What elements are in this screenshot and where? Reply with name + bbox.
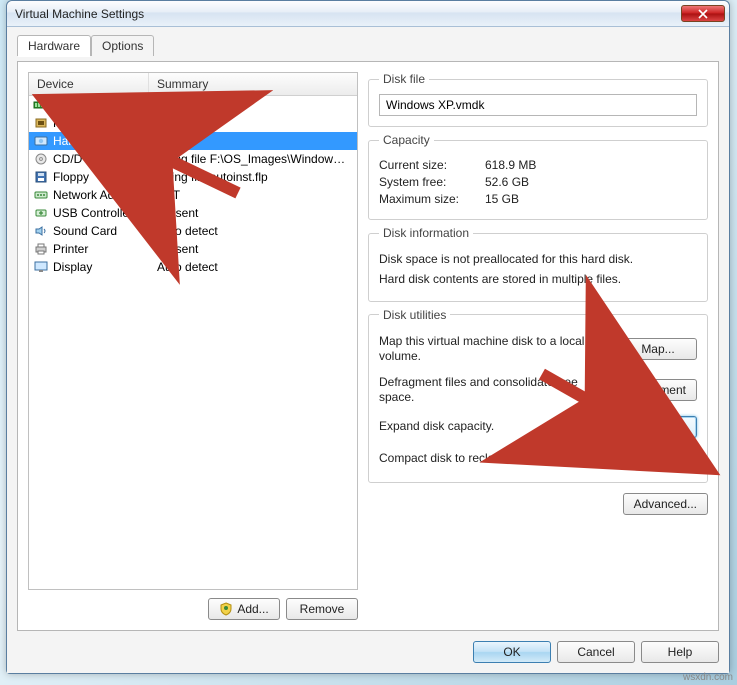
close-icon <box>698 9 708 19</box>
client-area: Hardware Options Device Summary Memory 5… <box>7 27 729 673</box>
remove-button-label: Remove <box>300 602 345 616</box>
disk-file-input[interactable] <box>379 94 697 116</box>
defragment-desc: Defragment files and consolidate free sp… <box>379 375 604 406</box>
device-summary: Present <box>149 242 357 256</box>
current-size-value: 618.9 MB <box>485 158 697 172</box>
disk-utilities-group: Disk utilities Map this virtual machine … <box>368 308 708 483</box>
device-row-hard-disk[interactable]: Hard Disk (SCSI) 15 GB <box>29 132 357 150</box>
device-label: Floppy <box>53 170 89 184</box>
remove-device-button[interactable]: Remove <box>286 598 358 620</box>
hard-disk-icon <box>33 134 49 148</box>
floppy-icon <box>33 170 49 184</box>
disk-info-line1: Disk space is not preallocated for this … <box>379 251 697 268</box>
compact-button[interactable]: Compact <box>619 448 697 470</box>
device-row-memory[interactable]: Memory 512 MB <box>29 96 357 114</box>
shield-add-icon <box>219 602 233 616</box>
printer-icon <box>33 242 49 256</box>
watermark: wsxdn.com <box>683 672 733 683</box>
device-label: USB Controller <box>53 206 133 220</box>
hardware-panel: Device Summary Memory 512 MB Processors … <box>17 61 719 631</box>
disk-info-group: Disk information Disk space is not preal… <box>368 226 708 302</box>
settings-window: Virtual Machine Settings Hardware Option… <box>6 0 730 674</box>
disk-info-legend: Disk information <box>379 226 473 240</box>
advanced-button[interactable]: Advanced... <box>623 493 708 515</box>
device-label: Printer <box>53 242 88 256</box>
network-icon <box>33 188 49 202</box>
device-buttons-row: Add... Remove <box>28 598 358 620</box>
memory-icon <box>33 98 49 112</box>
cancel-button[interactable]: Cancel <box>557 641 635 663</box>
device-summary: Present <box>149 206 357 220</box>
expand-button[interactable]: Expand... <box>619 416 697 438</box>
dialog-footer: OK Cancel Help <box>17 637 719 663</box>
maximum-size-label: Maximum size: <box>379 192 479 206</box>
device-summary: Auto detect <box>149 224 357 238</box>
disk-utilities-legend: Disk utilities <box>379 308 450 322</box>
tab-hardware[interactable]: Hardware <box>17 35 91 56</box>
cpu-icon <box>33 116 49 130</box>
sound-icon <box>33 224 49 238</box>
device-label: CD/DVD (IDE) <box>53 152 130 166</box>
header-device[interactable]: Device <box>29 73 149 95</box>
tabstrip: Hardware Options <box>17 35 719 56</box>
right-column: Disk file Capacity Current size: 618.9 M… <box>368 72 708 620</box>
left-column: Device Summary Memory 512 MB Processors … <box>28 72 358 620</box>
cd-icon <box>33 152 49 166</box>
device-row-cddvd[interactable]: CD/DVD (IDE) Using file F:\OS_Images\Win… <box>29 150 357 168</box>
compact-desc: Compact disk to reclaim unused space. <box>379 451 611 467</box>
help-button[interactable]: Help <box>641 641 719 663</box>
device-row-printer[interactable]: Printer Present <box>29 240 357 258</box>
titlebar: Virtual Machine Settings <box>7 1 729 27</box>
window-title: Virtual Machine Settings <box>15 7 679 21</box>
device-row-usb[interactable]: USB Controller Present <box>29 204 357 222</box>
maximum-size-value: 15 GB <box>485 192 697 206</box>
device-row-processors[interactable]: Processors 1 <box>29 114 357 132</box>
system-free-value: 52.6 GB <box>485 175 697 189</box>
window-close-button[interactable] <box>681 5 725 22</box>
device-list-header: Device Summary <box>29 73 357 96</box>
device-label: Network Adapter <box>53 188 142 202</box>
device-label: Hard Disk (SCSI) <box>53 134 145 148</box>
device-label: Sound Card <box>53 224 117 238</box>
device-summary: Auto detect <box>149 260 357 274</box>
device-summary: 1 <box>149 116 357 130</box>
device-summary: Using file autoinst.flp <box>149 170 357 184</box>
capacity-group: Capacity Current size: 618.9 MB System f… <box>368 133 708 220</box>
device-summary: 512 MB <box>149 98 357 112</box>
device-summary: Using file F:\OS_Images\Windows... <box>149 152 357 166</box>
disk-file-legend: Disk file <box>379 72 429 86</box>
advanced-row: Advanced... <box>368 493 708 515</box>
device-list[interactable]: Device Summary Memory 512 MB Processors … <box>28 72 358 590</box>
map-desc: Map this virtual machine disk to a local… <box>379 334 611 365</box>
defragment-button[interactable]: Defragment <box>612 379 697 401</box>
device-label: Memory <box>53 98 96 112</box>
current-size-label: Current size: <box>379 158 479 172</box>
disk-info-line2: Hard disk contents are stored in multipl… <box>379 271 697 288</box>
map-button[interactable]: Map... <box>619 338 697 360</box>
device-summary: 15 GB <box>149 134 357 148</box>
header-summary[interactable]: Summary <box>149 73 357 95</box>
device-row-display[interactable]: Display Auto detect <box>29 258 357 276</box>
device-row-sound[interactable]: Sound Card Auto detect <box>29 222 357 240</box>
device-label: Processors <box>53 116 113 130</box>
ok-button[interactable]: OK <box>473 641 551 663</box>
system-free-label: System free: <box>379 175 479 189</box>
usb-icon <box>33 206 49 220</box>
disk-file-group: Disk file <box>368 72 708 127</box>
device-label: Display <box>53 260 92 274</box>
device-row-network[interactable]: Network Adapter NAT <box>29 186 357 204</box>
expand-desc: Expand disk capacity. <box>379 419 611 435</box>
capacity-legend: Capacity <box>379 133 434 147</box>
add-device-button[interactable]: Add... <box>208 598 280 620</box>
display-icon <box>33 260 49 274</box>
device-summary: NAT <box>149 188 357 202</box>
add-button-label: Add... <box>237 602 268 616</box>
device-row-floppy[interactable]: Floppy Using file autoinst.flp <box>29 168 357 186</box>
tab-options[interactable]: Options <box>91 35 154 56</box>
